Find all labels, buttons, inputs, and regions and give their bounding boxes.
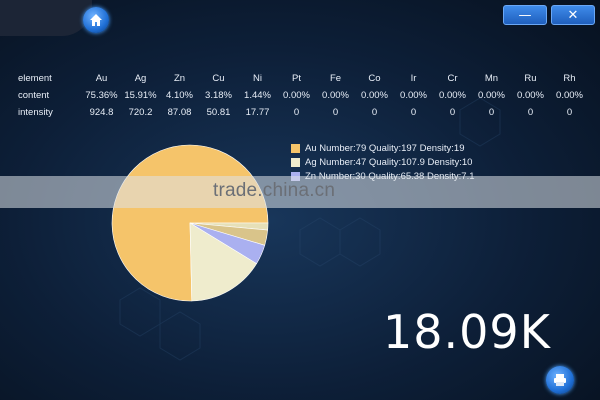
legend-label: Au Number:79 Quality:197 Density:19: [305, 142, 465, 154]
table-cell: 0: [488, 107, 495, 118]
table-row-content: content 75.36% 15.91% 4.10% 3.18% 1.44% …: [18, 87, 589, 104]
row-label: intensity: [18, 107, 53, 118]
composition-pie-chart: [100, 143, 280, 303]
table-cell: 75.36%: [85, 90, 118, 101]
table-cell: Mn: [484, 73, 499, 84]
table-row-intensity: intensity 924.8 720.2 87.08 50.81 17.77 …: [18, 104, 589, 121]
watermark-text: trade.china.cn: [213, 180, 336, 201]
table-cell: 0: [449, 107, 456, 118]
table-cell: Ir: [410, 73, 417, 84]
table-cell: Rh: [563, 73, 576, 84]
table-cell: Pt: [292, 73, 301, 84]
table-cell: Ru: [524, 73, 537, 84]
close-button[interactable]: ✕: [551, 5, 595, 25]
legend-item: Au Number:79 Quality:197 Density:19: [291, 141, 475, 155]
printer-icon: [554, 374, 566, 386]
table-cell: 4.10%: [166, 90, 193, 101]
minimize-button[interactable]: —: [503, 5, 547, 25]
table-cell: 0.00%: [478, 90, 505, 101]
table-cell: Cu: [212, 73, 225, 84]
table-cell: Au: [95, 73, 108, 84]
legend-swatch: [291, 143, 300, 153]
table-cell: 0.00%: [361, 90, 388, 101]
table-cell: 0.00%: [556, 90, 583, 101]
print-button[interactable]: [546, 366, 574, 394]
title-bar-left: [0, 0, 92, 36]
pie-svg: [111, 144, 269, 302]
table-cell: 17.77: [245, 107, 270, 118]
table-cell: Co: [368, 73, 381, 84]
home-button[interactable]: [83, 7, 109, 33]
table-cell: 87.08: [167, 107, 192, 118]
table-cell: 924.8: [89, 107, 114, 118]
legend-item: Ag Number:47 Quality:107.9 Density:10: [291, 155, 475, 169]
table-cell: Fe: [329, 73, 342, 84]
table-cell: 0: [527, 107, 534, 118]
total-value-display: 18.09K: [383, 305, 551, 359]
legend-label: Ag Number:47 Quality:107.9 Density:10: [305, 156, 473, 168]
table-cell: 3.18%: [205, 90, 232, 101]
legend-swatch: [291, 157, 300, 167]
table-cell: 15.91%: [124, 90, 157, 101]
row-label: content: [18, 90, 50, 101]
table-cell: 0: [293, 107, 300, 118]
table-cell: Ni: [253, 73, 262, 84]
table-cell: 0.00%: [283, 90, 310, 101]
table-cell: Zn: [173, 73, 186, 84]
table-row-element: element Au Ag Zn Cu Ni Pt Fe Co Ir Cr Mn…: [18, 70, 589, 87]
element-table: element Au Ag Zn Cu Ni Pt Fe Co Ir Cr Mn…: [18, 70, 589, 121]
table-cell: 720.2: [128, 107, 153, 118]
table-cell: 0.00%: [439, 90, 466, 101]
table-cell: 0: [410, 107, 417, 118]
row-label: element: [18, 73, 52, 84]
table-cell: 1.44%: [244, 90, 271, 101]
home-icon: [90, 14, 102, 26]
table-cell: 50.81: [206, 107, 231, 118]
table-cell: 0: [566, 107, 573, 118]
table-cell: 0.00%: [517, 90, 544, 101]
table-cell: Ag: [134, 73, 147, 84]
table-cell: 0: [371, 107, 378, 118]
table-cell: Cr: [447, 73, 458, 84]
table-cell: 0: [332, 107, 339, 118]
table-cell: 0.00%: [400, 90, 427, 101]
table-cell: 0.00%: [322, 90, 349, 101]
